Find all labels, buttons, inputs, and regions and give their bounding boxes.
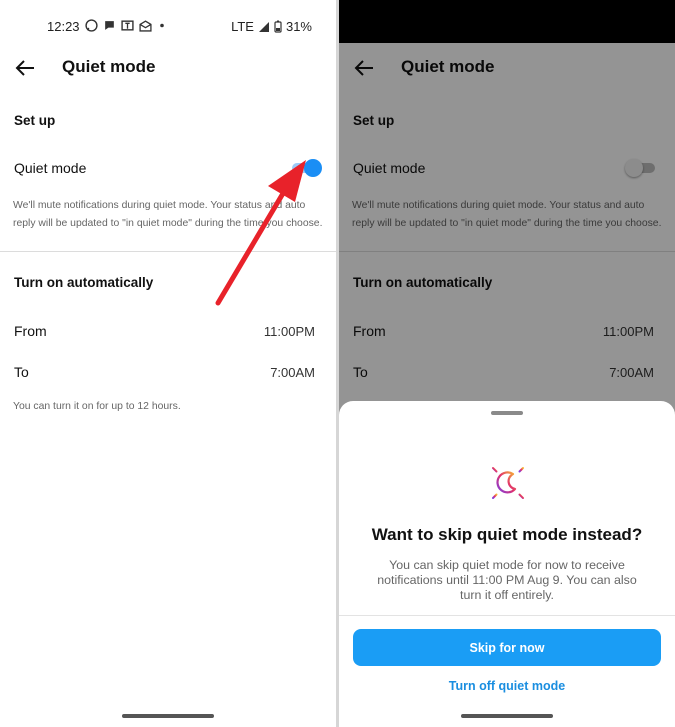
sheet-body: You can skip quiet mode for now to recei…	[377, 558, 637, 602]
left-screen: 12:23 LTE 31% Quiet mode Set up Quiet mo…	[0, 0, 336, 727]
turn-off-quiet-mode-link[interactable]: Turn off quiet mode	[339, 679, 675, 693]
sheet-grabber[interactable]	[491, 411, 523, 415]
status-bar-hidden	[339, 0, 675, 43]
skip-for-now-button[interactable]: Skip for now	[353, 629, 661, 666]
red-arrow	[215, 160, 306, 306]
home-indicator[interactable]	[461, 714, 553, 718]
skip-quiet-mode-sheet: Want to skip quiet mode instead? You can…	[339, 401, 675, 727]
right-screen: Quiet mode Set up Quiet mode We'll mute …	[339, 0, 675, 727]
sheet-divider	[339, 615, 675, 616]
moon-icon	[486, 461, 530, 505]
sheet-title: Want to skip quiet mode instead?	[371, 525, 643, 544]
